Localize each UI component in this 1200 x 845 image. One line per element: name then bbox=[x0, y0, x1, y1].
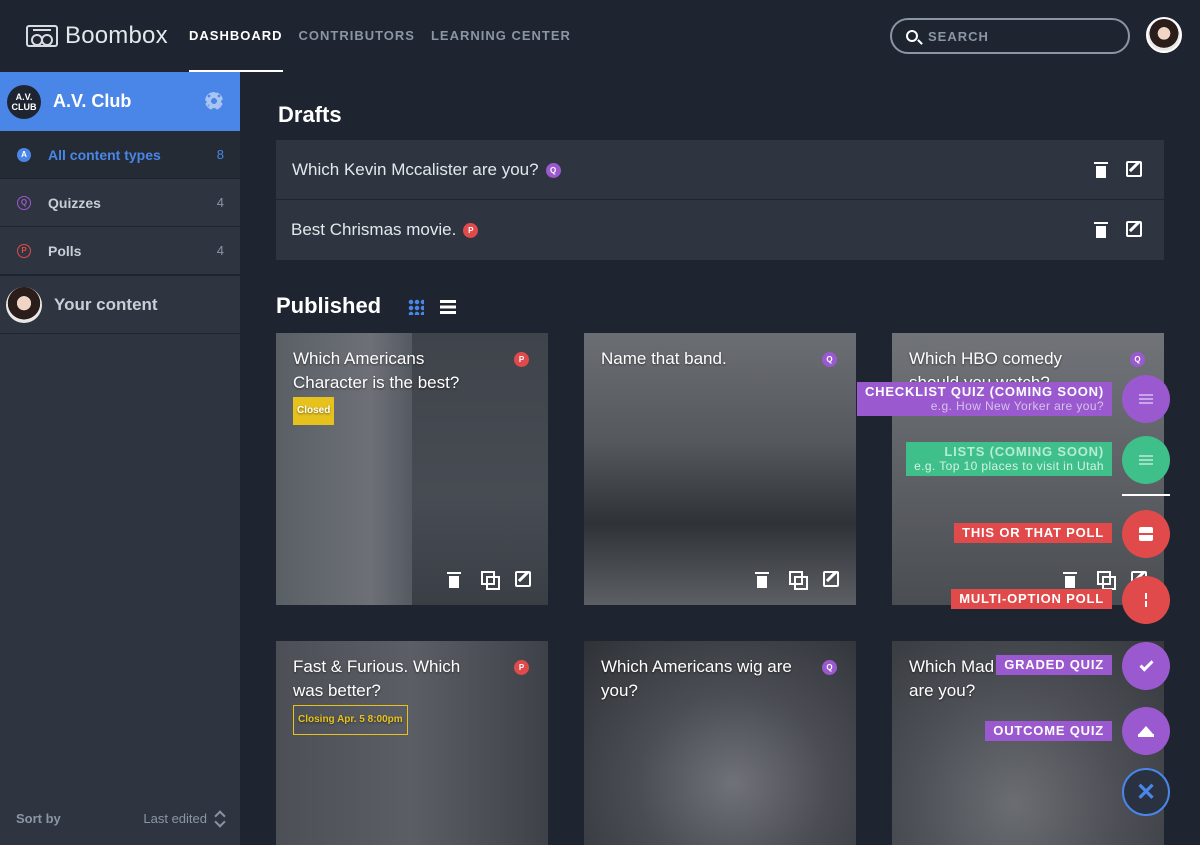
fab-checklist-quiz[interactable]: CHECKLIST QUIZ (COMING SOON) e.g. How Ne… bbox=[856, 382, 1112, 416]
poll-badge-icon: P bbox=[17, 243, 31, 258]
sidebar-item-your-content[interactable]: Your content bbox=[0, 275, 240, 334]
fab-label: MULTI-OPTION POLL bbox=[951, 589, 1112, 609]
duplicate-icon[interactable] bbox=[481, 571, 500, 590]
checklist-icon[interactable] bbox=[1122, 375, 1170, 423]
sidebar-item-count: 4 bbox=[216, 243, 224, 258]
fab-outcome-quiz[interactable]: OUTCOME QUIZ bbox=[985, 721, 1112, 741]
duplicate-icon[interactable] bbox=[1097, 571, 1116, 590]
draft-row[interactable]: Which Kevin Mccalister are you? Q bbox=[276, 140, 1164, 200]
list-view-icon[interactable] bbox=[440, 300, 456, 314]
card-title: Fast & Furious. Which was better? Closin… bbox=[293, 655, 493, 735]
sidebar: A.V. CLUB A.V. Club A All content types … bbox=[0, 72, 240, 845]
checkmark-icon[interactable] bbox=[1122, 642, 1170, 690]
quiz-badge-icon: Q bbox=[822, 352, 837, 368]
close-icon[interactable]: ✕ bbox=[1122, 768, 1170, 816]
poll-badge-icon: P bbox=[463, 223, 479, 239]
sort-value[interactable]: Last edited bbox=[143, 811, 207, 826]
poll-badge-icon: P bbox=[514, 660, 529, 676]
quiz-badge-icon: Q bbox=[822, 660, 837, 676]
fab-label: CHECKLIST QUIZ (COMING SOON) e.g. How Ne… bbox=[856, 382, 1112, 416]
quiz-badge-icon: Q bbox=[17, 195, 31, 210]
trash-icon[interactable] bbox=[1094, 161, 1108, 178]
edit-icon[interactable] bbox=[515, 571, 531, 587]
sidebar-item-label: Your content bbox=[54, 294, 158, 314]
sidebar-item-count: 8 bbox=[216, 147, 224, 162]
card-title: Which Americans Character is the best? C… bbox=[293, 347, 493, 425]
fab-lists[interactable]: LISTS (COMING SOON) e.g. Top 10 places t… bbox=[906, 442, 1112, 476]
app-name: Boombox bbox=[65, 22, 168, 49]
org-name: A.V. Club bbox=[53, 91, 132, 111]
card-title: Name that band. bbox=[601, 349, 727, 368]
nav-learning-center[interactable]: LEARNING CENTER bbox=[431, 0, 571, 72]
quiz-badge-icon: Q bbox=[545, 162, 561, 178]
gear-icon[interactable] bbox=[205, 92, 223, 110]
sidebar-item-label: Polls bbox=[48, 242, 82, 259]
edit-icon[interactable] bbox=[1126, 221, 1142, 237]
content-card[interactable]: Which Americans Character is the best? C… bbox=[276, 333, 548, 605]
fab-label: GRADED QUIZ bbox=[996, 655, 1112, 675]
sidebar-item-quizzes[interactable]: Q Quizzes 4 bbox=[0, 179, 240, 227]
list-icon[interactable] bbox=[1122, 436, 1170, 484]
sidebar-item-label: Quizzes bbox=[48, 194, 101, 211]
sidebar-item-polls[interactable]: P Polls 4 bbox=[0, 227, 240, 275]
content-card[interactable]: Fast & Furious. Which was better? Closin… bbox=[276, 641, 548, 845]
drafts-list: Which Kevin Mccalister are you? Q Best Ch… bbox=[276, 140, 1164, 260]
main-nav: DASHBOARD CONTRIBUTORS LEARNING CENTER bbox=[189, 0, 587, 72]
sidebar-item-label: All content types bbox=[48, 146, 161, 163]
edit-icon[interactable] bbox=[1126, 161, 1142, 177]
org-header[interactable]: A.V. CLUB A.V. Club bbox=[0, 72, 240, 131]
drafts-heading: Drafts bbox=[278, 102, 342, 127]
fab-label: LISTS (COMING SOON) e.g. Top 10 places t… bbox=[906, 442, 1112, 476]
status-badge: Closed bbox=[293, 397, 335, 425]
trash-icon[interactable] bbox=[755, 571, 769, 588]
poll-badge-icon: P bbox=[514, 352, 529, 368]
sort-label: Sort by bbox=[16, 811, 61, 826]
draft-title: Which Kevin Mccalister are you? Q bbox=[292, 160, 561, 180]
sidebar-item-count: 4 bbox=[216, 195, 224, 210]
multi-option-icon[interactable] bbox=[1122, 576, 1170, 624]
all-types-badge-icon: A bbox=[17, 147, 31, 162]
crown-icon[interactable] bbox=[1122, 707, 1170, 755]
content-card[interactable]: Name that band. Q bbox=[584, 333, 856, 605]
sort-control[interactable]: Sort by Last edited bbox=[0, 807, 240, 831]
trash-icon[interactable] bbox=[447, 571, 461, 588]
nav-contributors[interactable]: CONTRIBUTORS bbox=[299, 0, 415, 72]
search-input[interactable] bbox=[928, 28, 1108, 44]
edit-icon[interactable] bbox=[823, 571, 839, 587]
this-or-that-icon[interactable] bbox=[1122, 510, 1170, 558]
user-avatar bbox=[6, 286, 42, 323]
org-logo: A.V. CLUB bbox=[7, 84, 41, 119]
top-bar: Boombox DASHBOARD CONTRIBUTORS LEARNING … bbox=[0, 0, 1200, 72]
app-logo[interactable]: Boombox bbox=[26, 22, 168, 50]
quiz-badge-icon: Q bbox=[1130, 352, 1145, 368]
nav-dashboard[interactable]: DASHBOARD bbox=[189, 0, 283, 72]
sidebar-item-all-content[interactable]: A All content types 8 bbox=[0, 131, 240, 179]
grid-view-icon[interactable] bbox=[408, 299, 424, 315]
fab-graded-quiz[interactable]: GRADED QUIZ bbox=[996, 655, 1112, 675]
sort-arrows-icon[interactable] bbox=[215, 809, 225, 827]
trash-icon[interactable] bbox=[1094, 221, 1108, 238]
content-card[interactable]: Which Americans wig are you? Q bbox=[584, 641, 856, 845]
fab-multi-option-poll[interactable]: MULTI-OPTION POLL bbox=[951, 589, 1112, 609]
draft-title: Best Chrismas movie. P bbox=[291, 220, 479, 240]
duplicate-icon[interactable] bbox=[789, 571, 808, 590]
fab-label: OUTCOME QUIZ bbox=[985, 721, 1112, 741]
fab-divider bbox=[1122, 494, 1170, 496]
status-badge: Closing Apr. 5 8:00pm bbox=[293, 705, 408, 735]
search-box[interactable] bbox=[890, 18, 1130, 54]
published-heading: Published bbox=[276, 293, 382, 318]
user-avatar[interactable] bbox=[1146, 17, 1182, 53]
card-title: Which Americans wig are you? bbox=[601, 657, 792, 700]
search-icon bbox=[906, 30, 918, 42]
boombox-icon bbox=[26, 25, 58, 47]
fab-label: THIS OR THAT POLL bbox=[954, 523, 1112, 543]
fab-this-or-that-poll[interactable]: THIS OR THAT POLL bbox=[954, 523, 1112, 543]
draft-row[interactable]: Best Chrismas movie. P bbox=[276, 200, 1164, 260]
trash-icon[interactable] bbox=[1063, 571, 1077, 588]
